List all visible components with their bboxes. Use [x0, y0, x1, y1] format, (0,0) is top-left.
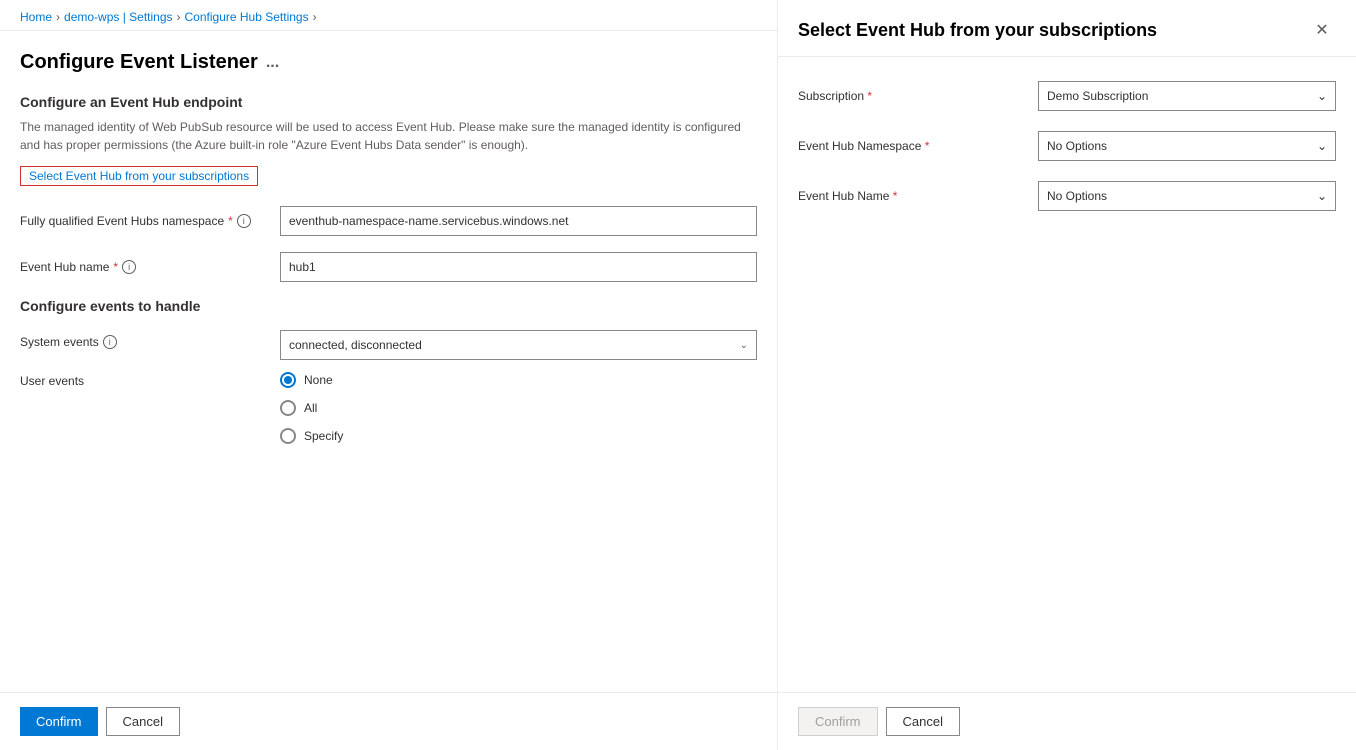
hub-namespace-group: Event Hub Namespace * No Options ⌄ [798, 131, 1336, 161]
hub-namespace-required: * [925, 139, 930, 153]
system-events-info-icon[interactable]: i [103, 335, 117, 349]
hub-name-input[interactable] [280, 252, 757, 282]
select-event-hub-link[interactable]: Select Event Hub from your subscriptions [20, 166, 258, 186]
hub-namespace-dropdown-arrow: ⌄ [1317, 139, 1327, 153]
hub-namespace-dropdown[interactable]: No Options ⌄ [1038, 131, 1336, 161]
hub-namespace-value: No Options [1047, 139, 1107, 153]
system-events-label: System events i [20, 330, 280, 349]
right-panel: Select Event Hub from your subscriptions… [778, 0, 1356, 750]
user-events-radio-group: None All Specify [280, 372, 343, 444]
radio-all-circle [280, 400, 296, 416]
breadcrumb-settings[interactable]: demo-wps | Settings [64, 10, 173, 24]
panel-content: Configure Event Listener ... Configure a… [0, 31, 777, 692]
hub-name-form-group: Event Hub name * i [20, 252, 757, 282]
right-header: Select Event Hub from your subscriptions… [778, 0, 1356, 57]
breadcrumb-sep1: › [56, 10, 60, 24]
namespace-label: Fully qualified Event Hubs namespace * i [20, 214, 280, 228]
radio-none-circle [280, 372, 296, 388]
breadcrumb-configure[interactable]: Configure Hub Settings [185, 10, 309, 24]
subscription-dropdown[interactable]: Demo Subscription ⌄ [1038, 81, 1336, 111]
system-events-value: connected, disconnected [289, 338, 422, 352]
subscription-value: Demo Subscription [1047, 89, 1148, 103]
panel-title: Configure Event Listener ... [20, 51, 757, 74]
namespace-required: * [228, 214, 233, 228]
subscription-label-text: Subscription [798, 89, 864, 103]
namespace-form-group: Fully qualified Event Hubs namespace * i [20, 206, 757, 236]
hub-name-right-label-text: Event Hub Name [798, 189, 889, 203]
hub-name-right-value: No Options [1047, 189, 1107, 203]
hub-name-required: * [113, 260, 118, 274]
system-events-group: System events i connected, disconnected … [20, 330, 757, 360]
right-confirm-button[interactable]: Confirm [798, 707, 878, 736]
subscription-required: * [867, 89, 872, 103]
section2-title: Configure events to handle [20, 298, 757, 314]
radio-none-label: None [304, 373, 333, 387]
right-close-button[interactable]: ✕ [1308, 16, 1336, 44]
system-events-label-text: System events [20, 335, 99, 349]
radio-all-label: All [304, 401, 317, 415]
subscription-group: Subscription * Demo Subscription ⌄ [798, 81, 1336, 111]
hub-name-right-dropdown-arrow: ⌄ [1317, 189, 1327, 203]
user-events-label: User events [20, 372, 280, 388]
hub-namespace-label: Event Hub Namespace * [798, 139, 1038, 153]
section1-description: The managed identity of Web PubSub resou… [20, 118, 757, 154]
radio-none[interactable]: None [280, 372, 343, 388]
section1-title: Configure an Event Hub endpoint [20, 94, 757, 110]
right-content: Subscription * Demo Subscription ⌄ Event… [778, 57, 1356, 692]
system-events-dropdown-arrow: ⌄ [740, 340, 748, 351]
left-footer: Confirm Cancel [0, 692, 777, 750]
panel-menu-button[interactable]: ... [266, 54, 279, 72]
breadcrumb-sep3: › [313, 10, 317, 24]
namespace-input[interactable] [280, 206, 757, 236]
hub-namespace-label-text: Event Hub Namespace [798, 139, 921, 153]
breadcrumb-sep2: › [177, 10, 181, 24]
hub-name-info-icon[interactable]: i [122, 260, 136, 274]
left-panel: Home › demo-wps | Settings › Configure H… [0, 0, 778, 750]
breadcrumb-home[interactable]: Home [20, 10, 52, 24]
radio-all[interactable]: All [280, 400, 343, 416]
hub-name-right-dropdown[interactable]: No Options ⌄ [1038, 181, 1336, 211]
right-footer: Confirm Cancel [778, 692, 1356, 750]
radio-specify[interactable]: Specify [280, 428, 343, 444]
right-cancel-button[interactable]: Cancel [886, 707, 960, 736]
left-cancel-button[interactable]: Cancel [106, 707, 180, 736]
hub-name-right-label: Event Hub Name * [798, 189, 1038, 203]
subscription-label: Subscription * [798, 89, 1038, 103]
namespace-info-icon[interactable]: i [237, 214, 251, 228]
namespace-label-text: Fully qualified Event Hubs namespace [20, 214, 224, 228]
hub-name-label-text: Event Hub name [20, 260, 109, 274]
user-events-group: User events None All Specify [20, 372, 757, 444]
radio-specify-circle [280, 428, 296, 444]
panel-title-text: Configure Event Listener [20, 51, 258, 74]
subscription-dropdown-arrow: ⌄ [1317, 89, 1327, 103]
right-title: Select Event Hub from your subscriptions [798, 20, 1157, 41]
hub-name-label: Event Hub name * i [20, 260, 280, 274]
radio-specify-label: Specify [304, 429, 343, 443]
hub-name-right-required: * [893, 189, 898, 203]
system-events-dropdown[interactable]: connected, disconnected ⌄ [280, 330, 757, 360]
breadcrumb: Home › demo-wps | Settings › Configure H… [0, 0, 777, 31]
left-confirm-button[interactable]: Confirm [20, 707, 98, 736]
hub-name-right-group: Event Hub Name * No Options ⌄ [798, 181, 1336, 211]
